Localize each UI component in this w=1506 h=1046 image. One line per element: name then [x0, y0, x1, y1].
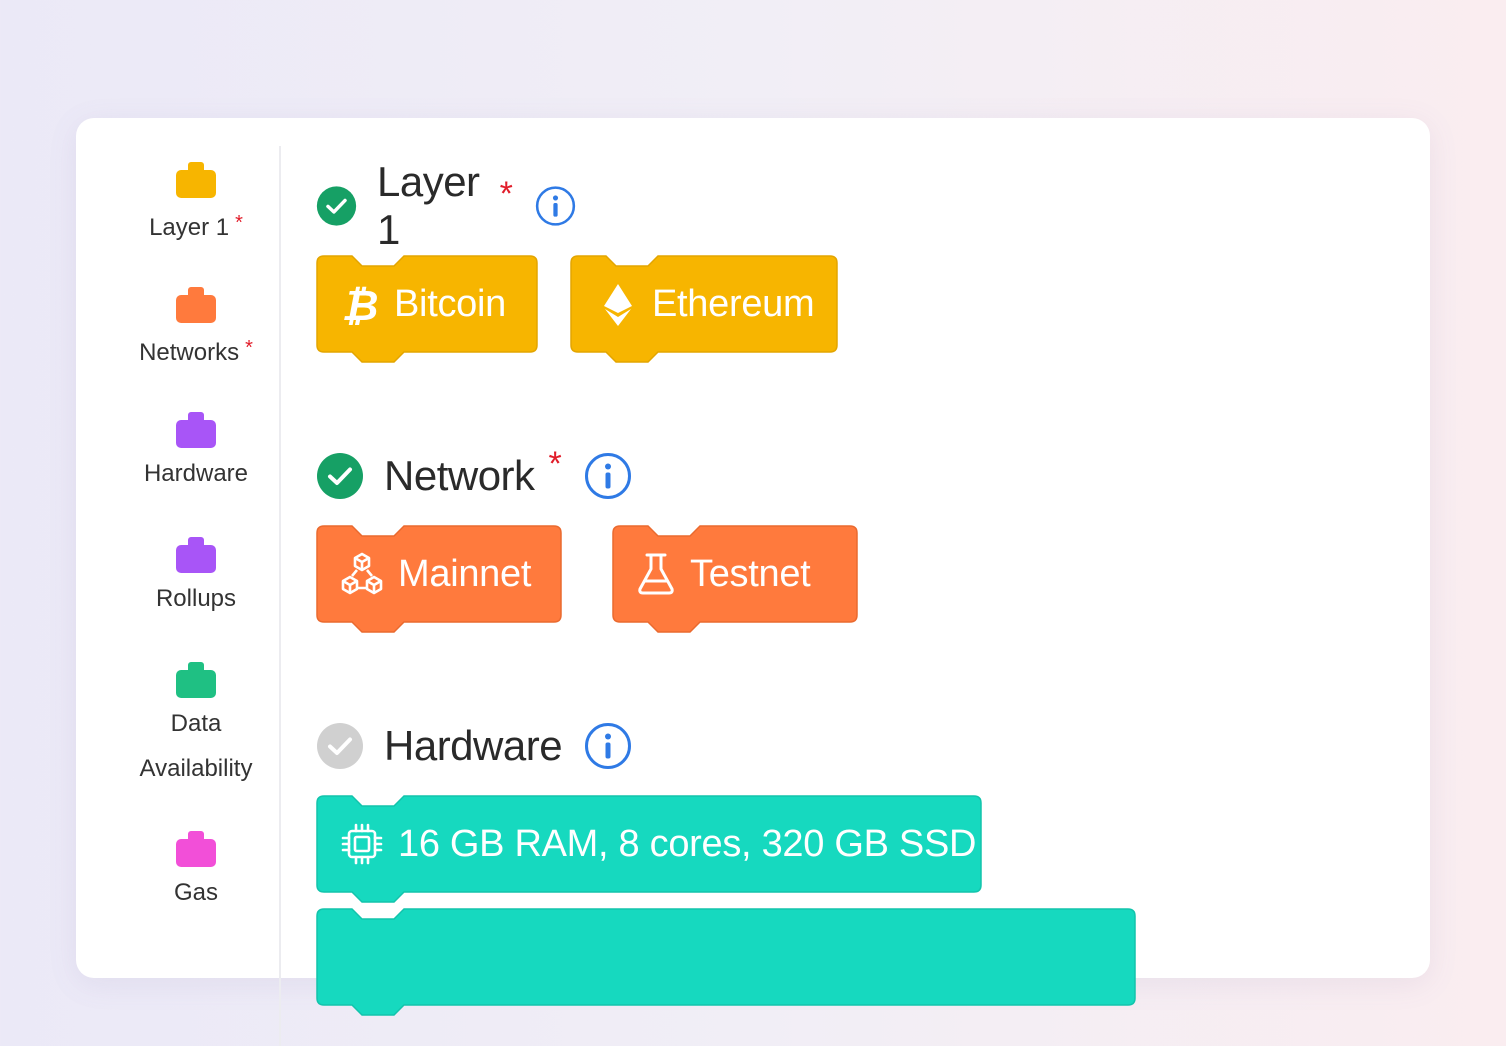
section-title: Layer 1: [376, 158, 480, 253]
cpu-icon: [341, 823, 383, 865]
info-icon[interactable]: [535, 182, 576, 230]
required-marker: *: [548, 444, 562, 483]
block-icon: [176, 162, 216, 198]
info-icon[interactable]: [584, 722, 632, 770]
option-content: Mainnet: [316, 525, 531, 623]
option-content: Testnet: [612, 525, 811, 623]
category-sidebar: Layer 1 * Networks * Hardware Rollups Da…: [76, 118, 281, 978]
option-mainnet[interactable]: Mainnet: [316, 525, 562, 635]
option-label: Testnet: [690, 552, 811, 595]
section-title: Hardware: [384, 722, 563, 769]
required-marker: *: [499, 174, 513, 213]
option-hardware-16gb[interactable]: 16 GB RAM, 8 cores, 320 GB SSD: [316, 795, 982, 905]
section-header-hardware: Hardware: [316, 716, 632, 776]
configurator-card: Layer 1 * Networks * Hardware Rollups Da…: [76, 118, 1430, 1046]
block-icon: [176, 537, 216, 573]
ethereum-icon: [604, 284, 632, 326]
option-label: Bitcoin: [394, 282, 506, 325]
section-header-network: Network *: [316, 444, 632, 506]
network-cubes-icon: [341, 552, 383, 595]
check-circle-icon: [317, 723, 363, 769]
flask-icon: [638, 553, 674, 595]
check-circle-icon: [316, 186, 357, 226]
info-icon[interactable]: [584, 452, 632, 500]
option-testnet[interactable]: Testnet: [612, 525, 858, 635]
block-shape: [316, 908, 1136, 1016]
block-icon: [176, 412, 216, 448]
option-content: 16 GB RAM, 8 cores, 320 GB SSD: [316, 795, 976, 893]
section-title: Network: [384, 452, 535, 499]
block-icon: [176, 287, 216, 323]
sidebar-divider: [279, 146, 281, 1046]
block-icon: [176, 662, 216, 698]
required-marker: *: [245, 337, 253, 359]
block-icon: [176, 831, 216, 867]
check-circle-icon: [317, 453, 363, 499]
bitcoin-icon: ₿: [342, 282, 379, 326]
section-header-layer-1: Layer 1 *: [316, 158, 576, 253]
option-label: Mainnet: [398, 552, 532, 595]
option-label: Ethereum: [652, 282, 815, 325]
required-marker: *: [235, 212, 243, 234]
option-hardware-next[interactable]: [316, 908, 1136, 1018]
option-ethereum[interactable]: Ethereum: [570, 255, 838, 365]
option-bitcoin[interactable]: ₿ Bitcoin: [316, 255, 538, 365]
option-content: ₿ Bitcoin: [316, 255, 507, 353]
option-content: Ethereum: [570, 255, 815, 353]
svg-text:₿: ₿: [342, 282, 379, 326]
option-label: 16 GB RAM, 8 cores, 320 GB SSD: [398, 822, 977, 865]
